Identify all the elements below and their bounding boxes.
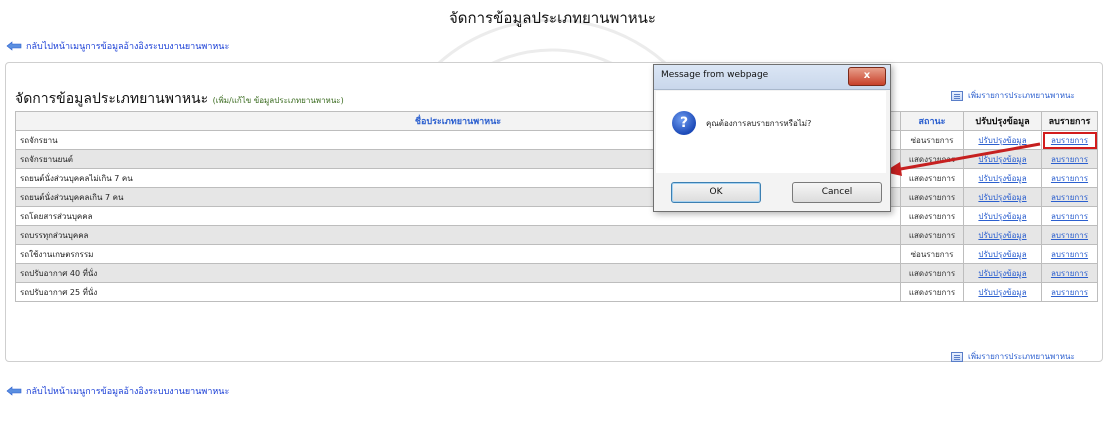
delete-link[interactable]: ลบรายการ <box>1041 149 1098 169</box>
delete-link[interactable]: ลบรายการ <box>1041 168 1098 188</box>
back-link-label[interactable]: กลับไปหน้าเมนูการข้อมูลอ้างอิงระบบงานยาน… <box>26 384 229 398</box>
section-subtitle: (เพิ่ม/แก้ไข ข้อมูลประเภทยานพาหนะ) <box>212 96 344 105</box>
delete-link[interactable]: ลบรายการ <box>1041 187 1098 207</box>
row-status: แสดงรายการ <box>900 149 964 169</box>
edit-link[interactable]: ปรับปรุงข้อมูล <box>963 187 1042 207</box>
add-link-label[interactable]: เพิ่มรายการประเภทยานพาหนะ <box>968 89 1075 102</box>
dialog-message: คุณต้องการลบรายการหรือไม่? <box>706 119 812 128</box>
edit-link[interactable]: ปรับปรุงข้อมูล <box>963 168 1042 188</box>
edit-link[interactable]: ปรับปรุงข้อมูล <box>963 149 1042 169</box>
row-name: รถปรับอากาศ 40 ที่นั่ง <box>15 263 901 283</box>
table-row: รถปรับอากาศ 40 ที่นั่ง แสดงรายการ ปรับปร… <box>15 263 1098 283</box>
dialog-titlebar[interactable]: Message from webpage x <box>654 65 890 90</box>
dialog-body: ? คุณต้องการลบรายการหรือไม่? <box>656 91 886 173</box>
section-title: จัดการข้อมูลประเภทยานพาหนะ (เพิ่ม/แก้ไข … <box>15 88 344 110</box>
confirm-dialog: Message from webpage x ? คุณต้องการลบราย… <box>653 64 891 212</box>
table-row: รถยนต์นั่งส่วนบุคคลเกิน 7 คน แสดงรายการ … <box>15 187 1098 207</box>
row-status: ซ่อนรายการ <box>900 244 964 264</box>
table-row: รถบรรทุกส่วนบุคคล แสดงรายการ ปรับปรุงข้อ… <box>15 225 1098 245</box>
page-title: จัดการข้อมูลประเภทยานพาหนะ <box>449 9 656 27</box>
edit-link[interactable]: ปรับปรุงข้อมูล <box>963 225 1042 245</box>
ok-button[interactable]: OK <box>671 182 761 203</box>
delete-link[interactable]: ลบรายการ <box>1041 282 1098 302</box>
row-status: แสดงรายการ <box>900 225 964 245</box>
header-status[interactable]: สถานะ <box>900 111 964 131</box>
cancel-button[interactable]: Cancel <box>792 182 882 203</box>
back-to-menu-link[interactable]: กลับไปหน้าเมนูการข้อมูลอ้างอิงระบบงานยาน… <box>6 39 229 53</box>
dialog-title: Message from webpage <box>661 70 769 80</box>
edit-link[interactable]: ปรับปรุงข้อมูล <box>963 244 1042 264</box>
delete-link[interactable]: ลบรายการ <box>1041 263 1098 283</box>
section-title-text: จัดการข้อมูลประเภทยานพาหนะ <box>15 91 209 107</box>
edit-link[interactable]: ปรับปรุงข้อมูล <box>963 130 1042 150</box>
edit-link[interactable]: ปรับปรุงข้อมูล <box>963 263 1042 283</box>
table-row: รถโดยสารส่วนบุคคล แสดงรายการ ปรับปรุงข้อ… <box>15 206 1098 226</box>
row-status: แสดงรายการ <box>900 206 964 226</box>
list-icon <box>951 90 963 101</box>
back-link-label[interactable]: กลับไปหน้าเมนูการข้อมูลอ้างอิงระบบงานยาน… <box>26 39 229 53</box>
delete-link[interactable]: ลบรายการ <box>1041 206 1098 226</box>
delete-link[interactable]: ลบรายการ <box>1041 130 1098 150</box>
add-vehicle-type-link[interactable]: เพิ่มรายการประเภทยานพาหนะ <box>951 89 1075 102</box>
back-arrow-icon <box>6 41 22 51</box>
table-row: รถยนต์นั่งส่วนบุคคลไม่เกิน 7 คน แสดงรายก… <box>15 168 1098 188</box>
question-icon: ? <box>672 111 696 135</box>
row-status: แสดงรายการ <box>900 282 964 302</box>
table-row: รถจักรยาน ซ่อนรายการ ปรับปรุงข้อมูล ลบรา… <box>15 130 1098 150</box>
add-vehicle-type-link-bottom[interactable]: เพิ่มรายการประเภทยานพาหนะ <box>951 350 1075 363</box>
table-row: รถใช้งานเกษตรกรรม ซ่อนรายการ ปรับปรุงข้อ… <box>15 244 1098 264</box>
vehicle-type-table: ชื่อประเภทยานพาหนะ สถานะ ปรับปรุงข้อมูล … <box>15 111 1098 302</box>
header-edit: ปรับปรุงข้อมูล <box>963 111 1042 131</box>
dialog-close-button[interactable]: x <box>848 67 886 86</box>
row-status: แสดงรายการ <box>900 263 964 283</box>
row-name: รถปรับอากาศ 25 ที่นั่ง <box>15 282 901 302</box>
back-to-menu-link-bottom[interactable]: กลับไปหน้าเมนูการข้อมูลอ้างอิงระบบงานยาน… <box>6 384 229 398</box>
list-icon <box>951 351 963 362</box>
row-status: แสดงรายการ <box>900 168 964 188</box>
edit-link[interactable]: ปรับปรุงข้อมูล <box>963 282 1042 302</box>
header-delete: ลบรายการ <box>1041 111 1098 131</box>
edit-link[interactable]: ปรับปรุงข้อมูล <box>963 206 1042 226</box>
table-row: รถปรับอากาศ 25 ที่นั่ง แสดงรายการ ปรับปร… <box>15 282 1098 302</box>
row-name: รถใช้งานเกษตรกรรม <box>15 244 901 264</box>
add-link-label[interactable]: เพิ่มรายการประเภทยานพาหนะ <box>968 350 1075 363</box>
table-header-row: ชื่อประเภทยานพาหนะ สถานะ ปรับปรุงข้อมูล … <box>15 111 1098 131</box>
row-name: รถบรรทุกส่วนบุคคล <box>15 225 901 245</box>
row-status: ซ่อนรายการ <box>900 130 964 150</box>
row-status: แสดงรายการ <box>900 187 964 207</box>
table-row: รถจักรยานยนต์ แสดงรายการ ปรับปรุงข้อมูล … <box>15 149 1098 169</box>
back-arrow-icon <box>6 386 22 396</box>
delete-link[interactable]: ลบรายการ <box>1041 225 1098 245</box>
delete-link[interactable]: ลบรายการ <box>1041 244 1098 264</box>
